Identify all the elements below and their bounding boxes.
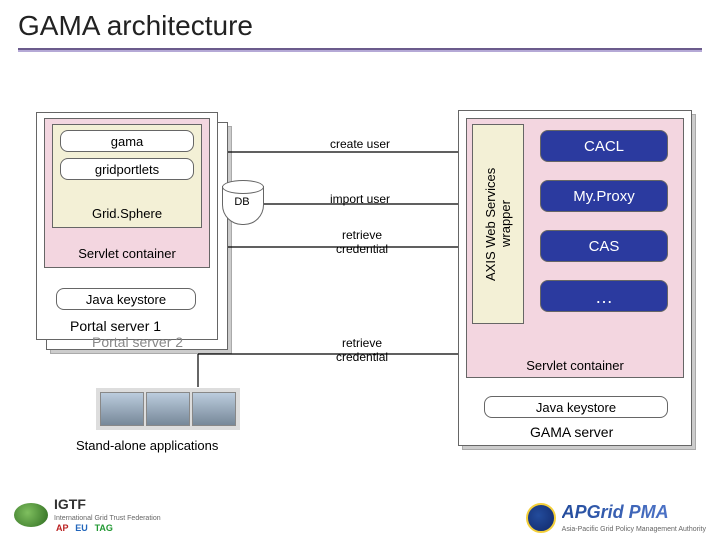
gama-server-label: GAMA server xyxy=(530,424,613,440)
axis-wrapper-label: AXIS Web Services wrapper xyxy=(473,125,523,323)
gridsphere-label: Grid.Sphere xyxy=(92,206,162,221)
diagram-canvas: Servlet container Grid.Sphere gridportle… xyxy=(0,52,720,492)
dots-label: … xyxy=(595,287,613,307)
servlet-left-label: Servlet container xyxy=(78,246,176,261)
keystore-right-box: Java keystore xyxy=(484,396,668,418)
globe2-icon xyxy=(526,503,556,533)
cacl-label: CACL xyxy=(584,138,624,155)
gama-label: gama xyxy=(111,134,144,149)
myproxy-box: My.Proxy xyxy=(540,180,668,212)
cas-label: CAS xyxy=(589,238,620,255)
retrieve-cred-2: retrieve credential xyxy=(336,336,388,364)
gama-box: gama xyxy=(60,130,194,152)
igtf-sub: International Grid Trust Federation xyxy=(54,515,161,522)
retrieve-cred-1: retrieve credential xyxy=(336,228,388,256)
page-title: GAMA architecture xyxy=(0,0,720,48)
create-user-label: create user xyxy=(330,137,390,151)
dots-box: … xyxy=(540,280,668,312)
standalone-apps-label: Stand-alone applications xyxy=(76,438,218,453)
apgrid-text: APGrid PMA xyxy=(562,502,669,522)
portal2-label: Portal server 2 xyxy=(92,334,183,350)
keystore-right-label: Java keystore xyxy=(536,400,616,415)
db-icon: DB xyxy=(222,180,262,230)
cacl-box: CACL xyxy=(540,130,668,162)
eu-tag: EU xyxy=(73,523,90,533)
keystore-left-label: Java keystore xyxy=(86,292,166,307)
cas-box: CAS xyxy=(540,230,668,262)
servlet-right-label: Servlet container xyxy=(526,358,624,373)
gridportlets-label: gridportlets xyxy=(95,162,159,177)
axis-wrapper-box: AXIS Web Services wrapper xyxy=(472,124,524,324)
globe-icon xyxy=(14,503,48,527)
igtf-logo: IGTF International Grid Trust Federation… xyxy=(14,496,161,534)
myproxy-label: My.Proxy xyxy=(573,188,634,205)
tag-tag: TAG xyxy=(93,523,115,533)
db-label: DB xyxy=(222,196,262,208)
import-user-label: import user xyxy=(330,192,390,206)
keystore-left-box: Java keystore xyxy=(56,288,196,310)
footer: IGTF International Grid Trust Federation… xyxy=(14,496,706,534)
portal1-label: Portal server 1 xyxy=(70,318,161,334)
ap-tag: AP xyxy=(54,523,71,533)
standalone-apps-image xyxy=(96,388,240,430)
igtf-text: IGTF xyxy=(54,496,86,512)
apgrid-logo: APGrid PMA Asia-Pacific Grid Policy Mana… xyxy=(526,502,706,534)
apgrid-sub: Asia-Pacific Grid Policy Management Auth… xyxy=(562,526,706,533)
gridportlets-box: gridportlets xyxy=(60,158,194,180)
